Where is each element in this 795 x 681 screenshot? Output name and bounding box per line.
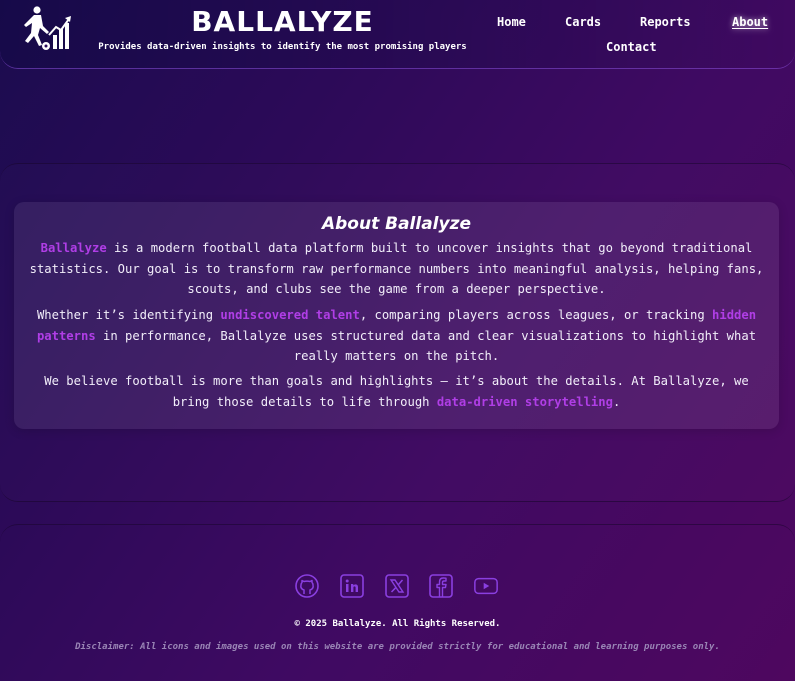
linkedin-link[interactable] — [339, 573, 365, 599]
brand-title: BALLALYZE — [191, 5, 374, 38]
highlight-ballalyze: Ballalyze — [40, 241, 107, 255]
copyright-text: © 2025 Ballalyze. All Rights Reserved. — [294, 619, 501, 629]
github-link[interactable] — [294, 573, 320, 599]
player-chart-logo-icon[interactable] — [16, 5, 72, 53]
x-link[interactable] — [384, 573, 410, 599]
brand-subtitle: Provides data-driven insights to identif… — [98, 42, 467, 52]
highlight-undiscovered-talent: undiscovered talent — [220, 308, 360, 322]
site-footer — [0, 524, 795, 681]
about-text-2c: in performance, Ballalyze uses structure… — [95, 328, 757, 364]
about-title: About Ballalyze — [321, 214, 472, 234]
youtube-icon — [474, 577, 498, 595]
about-card: About Ballalyze Ballalyze is a modern fo… — [14, 202, 779, 429]
highlight-data-driven-storytelling: data-driven storytelling — [436, 394, 613, 409]
site-header: BALLALYZE Provides data-driven insights … — [0, 0, 795, 69]
about-text-1: is a modern football data platform built… — [29, 241, 764, 296]
nav-home-link[interactable]: Home — [497, 15, 526, 29]
about-text-3b: . — [612, 394, 621, 409]
nav-cards-link[interactable]: Cards — [565, 15, 601, 29]
x-icon — [385, 574, 409, 598]
facebook-icon — [429, 574, 453, 598]
youtube-link[interactable] — [473, 573, 499, 599]
about-text-3a: We believe football is more than goals a… — [44, 374, 749, 409]
facebook-link[interactable] — [428, 573, 454, 599]
nav-contact-link[interactable]: Contact — [606, 40, 657, 54]
nav-reports-link[interactable]: Reports — [640, 15, 691, 29]
about-text-2b: , comparing players across leagues, or t… — [359, 308, 713, 322]
linkedin-icon — [340, 574, 364, 598]
about-paragraph-2: Whether it’s identifying undiscovered ta… — [26, 305, 767, 367]
disclaimer-text: Disclaimer: All icons and images used on… — [75, 642, 720, 652]
about-paragraph-3: We believe football is more than goals a… — [26, 371, 767, 412]
github-icon — [295, 574, 319, 598]
about-paragraph-1: Ballalyze is a modern football data plat… — [26, 238, 767, 300]
nav-about-link[interactable]: About — [732, 15, 768, 29]
about-text-2a: Whether it’s identifying — [36, 308, 221, 322]
